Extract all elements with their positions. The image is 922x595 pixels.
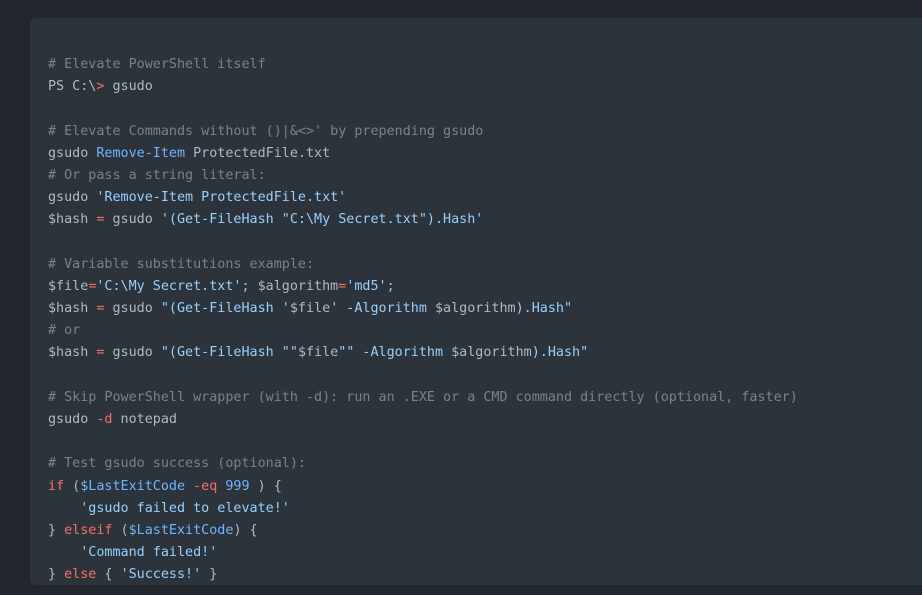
code-text: gsudo [104, 345, 161, 361]
code-line: gsudo Remove-Item ProtectedFile.txt [48, 143, 922, 165]
code-text: $file [48, 278, 89, 294]
code-comment: # Variable substitutions example: [48, 256, 315, 272]
code-comment: # Or pass a string literal: [48, 167, 266, 183]
code-string: ' -Algorithm [330, 301, 435, 317]
code-text: } [201, 567, 218, 583]
code-line: $hash = gsudo '(Get-FileHash "C:\My Secr… [48, 209, 922, 231]
code-builtin: $LastExitCode [128, 522, 234, 538]
code-line: gsudo 'Remove-Item ProtectedFile.txt' [48, 187, 922, 209]
code-string: 'Command failed!' [80, 545, 218, 561]
code-string: ).Hash" [531, 345, 589, 361]
code-string: "(Get-FileHash "" [160, 345, 298, 361]
code-comment: # Elevate PowerShell itself [48, 57, 266, 72]
code-text: ; [386, 278, 395, 294]
code-text: $file [289, 301, 331, 317]
code-text: gsudo [104, 301, 161, 317]
code-comment: # Elevate Commands without ()|&<>' by pr… [48, 123, 484, 139]
code-text: gsudo [48, 412, 97, 427]
code-builtin: $LastExitCode [80, 478, 186, 494]
code-comment: # Skip PowerShell wrapper (with -d): run… [48, 389, 798, 405]
code-text: PS C:\ [48, 79, 97, 95]
code-text: ProtectedFile.txt [185, 145, 331, 161]
code-line: # or [48, 320, 922, 342]
code-line: # Elevate PowerShell itself [48, 54, 922, 76]
code-line: # Elevate Commands without ()|&<>' by pr… [48, 121, 922, 143]
code-string: '(Get-FileHash "C:\My Secret.txt").Hash' [160, 212, 484, 228]
code-text: $hash [48, 212, 97, 228]
code-line: # Test gsudo success (optional): [48, 453, 922, 475]
code-line: $hash = gsudo "(Get-FileHash '$file' -Al… [48, 298, 922, 320]
code-block: # Elevate PowerShell itself PS C:\> gsudo… [30, 18, 922, 585]
code-string: "" -Algorithm [338, 345, 452, 361]
code-comment: # Test gsudo success (optional): [48, 456, 306, 472]
code-text: } [48, 522, 65, 538]
code-text: notepad [112, 412, 177, 427]
code-keyword: if [48, 478, 65, 494]
code-string: 'C:\My Secret.txt' [96, 278, 242, 294]
code-string: 'gsudo failed to elevate!' [80, 500, 290, 516]
code-line: } elseif ($LastExitCode) { [48, 520, 922, 542]
code-builtin: 999 [225, 478, 250, 494]
code-string: "(Get-FileHash ' [160, 301, 290, 317]
code-string: 'Success!' [120, 567, 202, 583]
code-keyword: -eq [193, 478, 218, 494]
code-text: $algorithm [435, 301, 516, 317]
code-text: ) { [249, 478, 282, 494]
code-line: if ($LastExitCode -eq 999 ) { [48, 476, 922, 498]
code-text: gsudo [48, 145, 97, 161]
code-text: $algorithm [451, 345, 532, 361]
code-keyword: -d [96, 412, 113, 427]
code-builtin: Remove-Item [96, 145, 186, 161]
code-line: $file='C:\My Secret.txt'; $algorithm='md… [48, 276, 922, 298]
code-line: $hash = gsudo "(Get-FileHash ""$file"" -… [48, 342, 922, 364]
code-text: ( [64, 478, 81, 494]
code-line: # Or pass a string literal: [48, 165, 922, 187]
code-string: 'Remove-Item ProtectedFile.txt' [96, 190, 347, 206]
code-line: } else { 'Success!' } [48, 564, 922, 586]
code-string: ).Hash" [515, 301, 573, 317]
code-line: 'Command failed!' [48, 542, 922, 564]
code-line: gsudo -d notepad [48, 409, 922, 431]
code-text: } [48, 567, 65, 583]
code-line: # Skip PowerShell wrapper (with -d): run… [48, 387, 922, 409]
code-text: gsudo [48, 190, 97, 206]
code-comment: # or [48, 323, 81, 339]
code-text: gsudo [104, 79, 153, 95]
code-text: { [96, 567, 121, 583]
code-line: # Variable substitutions example: [48, 254, 922, 276]
code-text: gsudo [104, 212, 161, 228]
code-line: 'gsudo failed to elevate!' [48, 498, 922, 520]
code-keyword: elseif [64, 522, 113, 538]
code-keyword: else [64, 567, 97, 583]
code-text: ; $algorithm [241, 278, 339, 294]
code-text: $hash [48, 301, 97, 317]
code-text: ( [112, 522, 129, 538]
code-text: $file [297, 345, 339, 361]
code-text: $hash [48, 345, 97, 361]
code-line: PS C:\> gsudo [48, 76, 922, 98]
code-lines: # Elevate PowerShell itself PS C:\> gsudo… [48, 54, 922, 587]
code-text: ) { [233, 522, 258, 538]
code-string: 'md5' [346, 278, 387, 294]
